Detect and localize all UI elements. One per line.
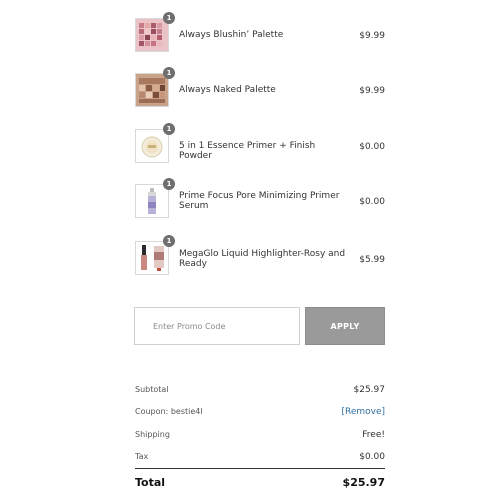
cart-item: 1 5 in 1 Essence Primer + Finish Powder … [0, 120, 500, 176]
subtotal-label: Subtotal [135, 385, 169, 394]
nude-eyeshadow-palette-icon[interactable] [135, 73, 169, 107]
remove-coupon-link[interactable]: [Remove] [341, 407, 385, 417]
cart-item: 1 Always Naked Palette $9.99 [0, 65, 500, 121]
total-label: Total [135, 476, 166, 489]
quantity-badge: 1 [163, 67, 175, 79]
shipping-label: Shipping [135, 430, 170, 439]
tax-label: Tax [135, 452, 149, 461]
tax-row: Tax $0.00 [135, 452, 385, 466]
coupon-label: Coupon: bestie4l [135, 407, 203, 416]
item-price: $9.99 [359, 31, 385, 41]
shipping-value: Free! [362, 430, 385, 440]
quantity-badge: 1 [163, 123, 175, 135]
item-price: $0.00 [359, 142, 385, 152]
item-name[interactable]: Prime Focus Pore Minimizing Primer Serum [179, 191, 349, 211]
pink-eyeshadow-palette-icon[interactable] [135, 18, 169, 52]
liquid-highlighter-icon[interactable] [135, 241, 169, 275]
item-name[interactable]: Always Naked Palette [179, 85, 349, 95]
total-divider [135, 468, 385, 469]
apply-promo-button[interactable]: APPLY [305, 307, 385, 345]
quantity-badge: 1 [163, 178, 175, 190]
cart-item: 1 Always Blushin’ Palette $9.99 [0, 10, 500, 66]
subtotal-value: $25.97 [353, 385, 386, 395]
total-value: $25.97 [342, 476, 385, 489]
cart-item: 1 Prime Focus Pore Minimizing Primer Ser… [0, 175, 500, 231]
item-name[interactable]: MegaGlo Liquid Highlighter-Rosy and Read… [179, 249, 349, 269]
powder-compact-icon[interactable] [135, 129, 169, 163]
item-name[interactable]: Always Blushin’ Palette [179, 30, 349, 40]
coupon-row: Coupon: bestie4l [Remove] [135, 407, 385, 421]
item-name[interactable]: 5 in 1 Essence Primer + Finish Powder [179, 141, 349, 161]
item-price: $5.99 [359, 255, 385, 265]
promo-code-input[interactable] [134, 307, 300, 345]
tax-value: $0.00 [359, 452, 385, 462]
item-price: $9.99 [359, 86, 385, 96]
shipping-row: Shipping Free! [135, 430, 385, 444]
quantity-badge: 1 [163, 12, 175, 24]
quantity-badge: 1 [163, 235, 175, 247]
subtotal-row: Subtotal $25.97 [135, 385, 385, 399]
cart-item: 1 MegaGlo Liquid Highlighter-Rosy and Re… [0, 232, 500, 288]
item-price: $0.00 [359, 197, 385, 207]
primer-bottle-icon[interactable] [135, 184, 169, 218]
